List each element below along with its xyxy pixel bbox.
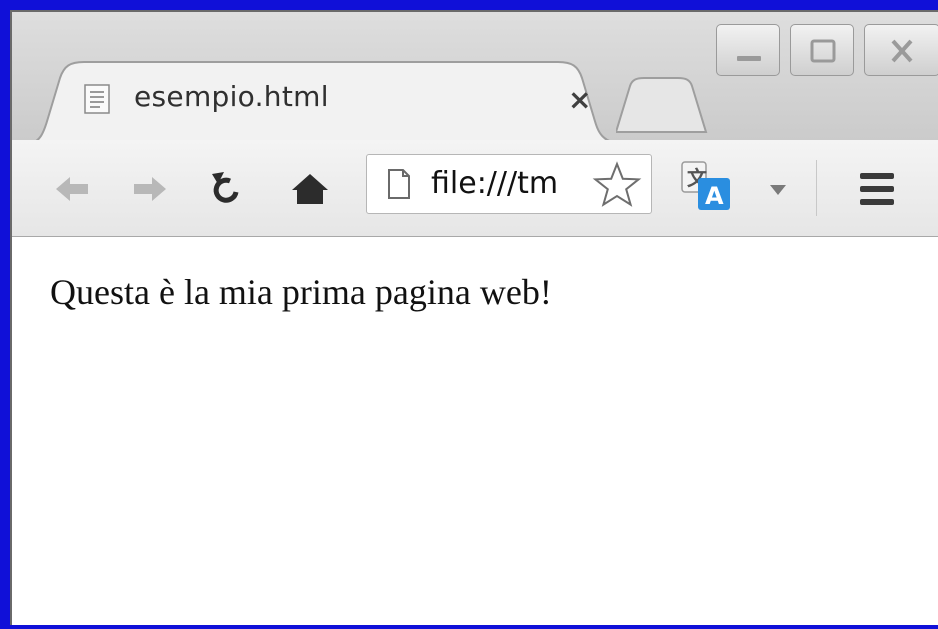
- svg-text:A: A: [705, 182, 724, 210]
- forward-arrow-icon[interactable]: [132, 174, 168, 208]
- window-close-button[interactable]: [864, 24, 938, 76]
- dropdown-arrow-icon[interactable]: [768, 182, 788, 201]
- translate-icon[interactable]: 文 A: [678, 158, 736, 218]
- address-bar[interactable]: file:///tm: [366, 154, 652, 214]
- page-content: Questa è la mia prima pagina web!: [12, 237, 938, 625]
- back-arrow-icon[interactable]: [54, 174, 90, 208]
- new-tab-button[interactable]: [614, 76, 708, 140]
- tab-title: esempio.html: [134, 80, 329, 113]
- minimize-icon: [737, 56, 761, 61]
- page-icon: [387, 168, 411, 204]
- document-icon: [84, 84, 110, 118]
- home-icon[interactable]: [290, 172, 330, 212]
- reload-icon[interactable]: [208, 170, 248, 214]
- star-icon[interactable]: [591, 161, 643, 213]
- browser-toolbar: file:///tm 文 A: [12, 140, 938, 237]
- toolbar-divider: [816, 160, 817, 216]
- maximize-icon: [810, 39, 836, 63]
- title-bar: esempio.html ×: [12, 12, 938, 144]
- page-body-text: Questa è la mia prima pagina web!: [50, 272, 552, 312]
- browser-window: esempio.html × file:///tm 文 A Questa è l…: [10, 10, 938, 625]
- tab-esempio[interactable]: esempio.html ×: [26, 60, 626, 144]
- close-icon: [891, 39, 913, 63]
- hamburger-menu-icon[interactable]: [858, 170, 898, 212]
- maximize-button[interactable]: [790, 24, 854, 76]
- minimize-button[interactable]: [716, 24, 780, 76]
- tab-close-button[interactable]: ×: [568, 86, 591, 114]
- address-input[interactable]: file:///tm: [431, 166, 558, 201]
